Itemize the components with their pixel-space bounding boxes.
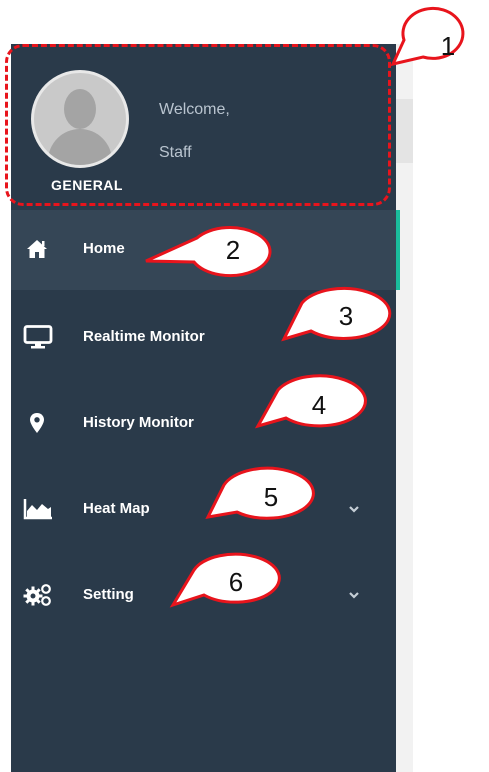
callout-number-2: 2 <box>225 235 241 265</box>
callout-overlay <box>145 6 465 608</box>
callout-number-5: 5 <box>263 482 279 512</box>
callout-number-4: 4 <box>311 390 327 420</box>
callout-number-6: 6 <box>228 567 244 597</box>
callout-number-3: 3 <box>338 301 354 331</box>
callout-number-1: 1 <box>440 31 456 61</box>
